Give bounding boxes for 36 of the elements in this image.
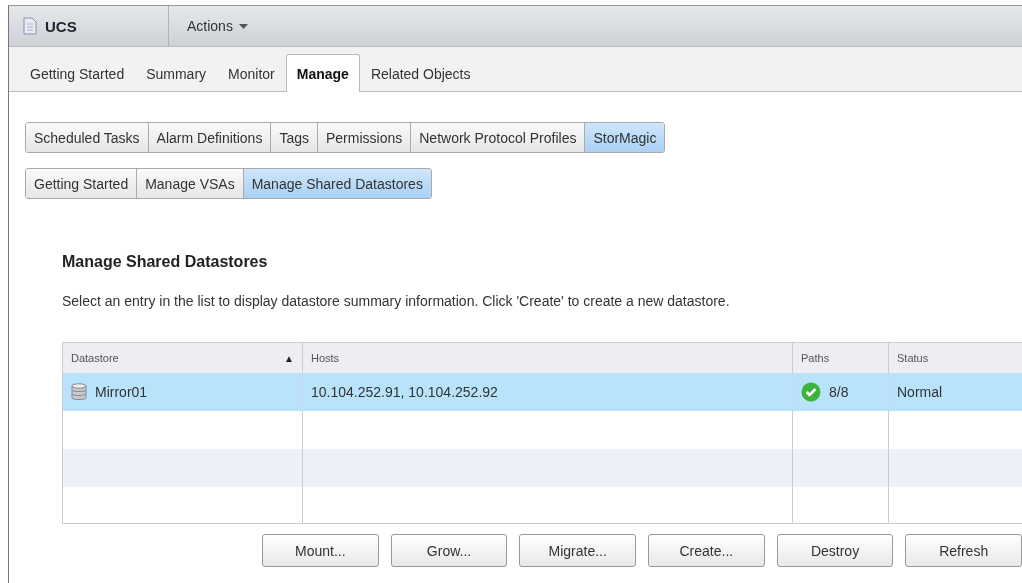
table-cell: 10.104.252.91, 10.104.252.92 — [311, 384, 498, 400]
segment-tab[interactable]: Network Protocol Profiles — [411, 123, 586, 152]
table-cell: Normal — [897, 384, 943, 400]
object-title: UCS — [45, 17, 77, 35]
action-button[interactable]: Destroy — [776, 534, 894, 567]
caret-icon — [238, 23, 248, 29]
segment-tab[interactable]: Permissions — [318, 123, 412, 152]
segment-tab[interactable]: Manage Shared Datastores — [243, 169, 431, 198]
segment-tab[interactable]: Scheduled Tasks — [26, 123, 149, 152]
tab[interactable]: Getting Started — [19, 55, 136, 91]
database-icon — [71, 383, 87, 401]
sort-arrow[interactable]: ▲ — [284, 352, 294, 364]
column-header[interactable]: Status — [897, 352, 929, 364]
table-row[interactable]: Mirror01 10.104.252.91, 10.104.252.92 8/8 Normal — [63, 373, 1022, 411]
tab[interactable]: Summary — [135, 55, 218, 91]
segment-tab[interactable]: StorMagic — [585, 123, 665, 152]
action-button[interactable]: Mount... — [262, 534, 379, 567]
segment-tab[interactable]: Manage VSAs — [137, 169, 244, 198]
column-header[interactable]: Hosts — [311, 352, 340, 364]
segment-tab[interactable]: Alarm Definitions — [148, 123, 272, 152]
column-header[interactable]: Paths — [801, 352, 830, 364]
segment-tab[interactable]: Tags — [271, 123, 318, 152]
table-cell: Mirror01 — [95, 384, 148, 400]
segment-tab[interactable]: Getting Started — [26, 169, 138, 198]
column-header[interactable]: Datastore — [71, 352, 119, 364]
action-button[interactable]: Grow... — [390, 534, 508, 567]
tab[interactable]: Manage — [285, 54, 360, 92]
table-cell: 8/8 — [829, 384, 849, 400]
actions-menu[interactable]: Actions — [187, 18, 233, 34]
tab[interactable]: Related Objects — [359, 55, 482, 91]
action-button[interactable]: Migrate... — [519, 534, 636, 567]
action-button[interactable]: Create... — [648, 534, 765, 567]
description-text: Select an entry in the list to display datastore summary information. Click 'Create' to create a new datastore. — [62, 293, 731, 309]
tab[interactable]: Monitor — [217, 55, 286, 91]
action-button[interactable]: Refresh — [905, 534, 1022, 567]
section-heading: Manage Shared Datastores — [62, 253, 269, 271]
